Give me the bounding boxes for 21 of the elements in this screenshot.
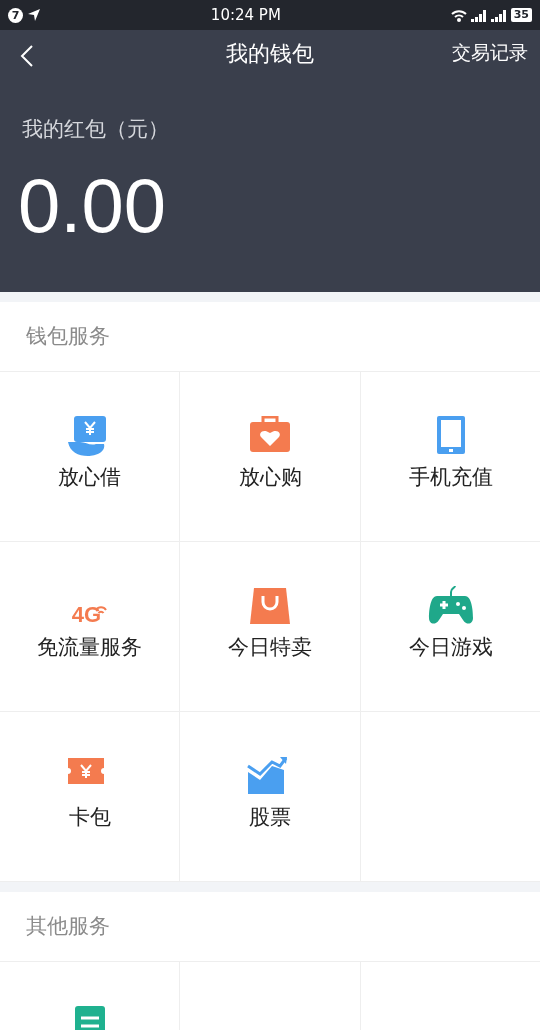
location-arrow-icon (27, 8, 41, 22)
page-title: 我的钱包 (226, 39, 314, 68)
service-tile[interactable]: 手机充值 (361, 372, 540, 542)
signal-icon (490, 8, 507, 22)
service-tile[interactable]: 放心购 (180, 372, 361, 542)
service-tile[interactable]: 4G 免流量服务 (0, 542, 180, 712)
service-tile[interactable]: 今日特卖 (180, 542, 361, 712)
battery-indicator: 35 (510, 8, 532, 22)
service-tile[interactable]: 放心借 (0, 372, 180, 542)
back-button[interactable] (20, 43, 34, 68)
wifi-icon (450, 8, 467, 22)
clock: 10:24 PM (210, 5, 281, 24)
service-tile[interactable]: 今日游戏 (361, 542, 540, 712)
gamepad-icon (426, 586, 475, 626)
section-title: 其他服务 (26, 912, 110, 940)
balance-amount: 0.00 (18, 167, 166, 244)
signal-icon (470, 8, 487, 22)
notification-badge: 7 (8, 7, 23, 23)
transaction-history-link[interactable]: 交易记录 (452, 38, 528, 67)
balance-label: 我的红包（元） (22, 116, 169, 143)
section-title: 钱包服务 (26, 322, 110, 350)
